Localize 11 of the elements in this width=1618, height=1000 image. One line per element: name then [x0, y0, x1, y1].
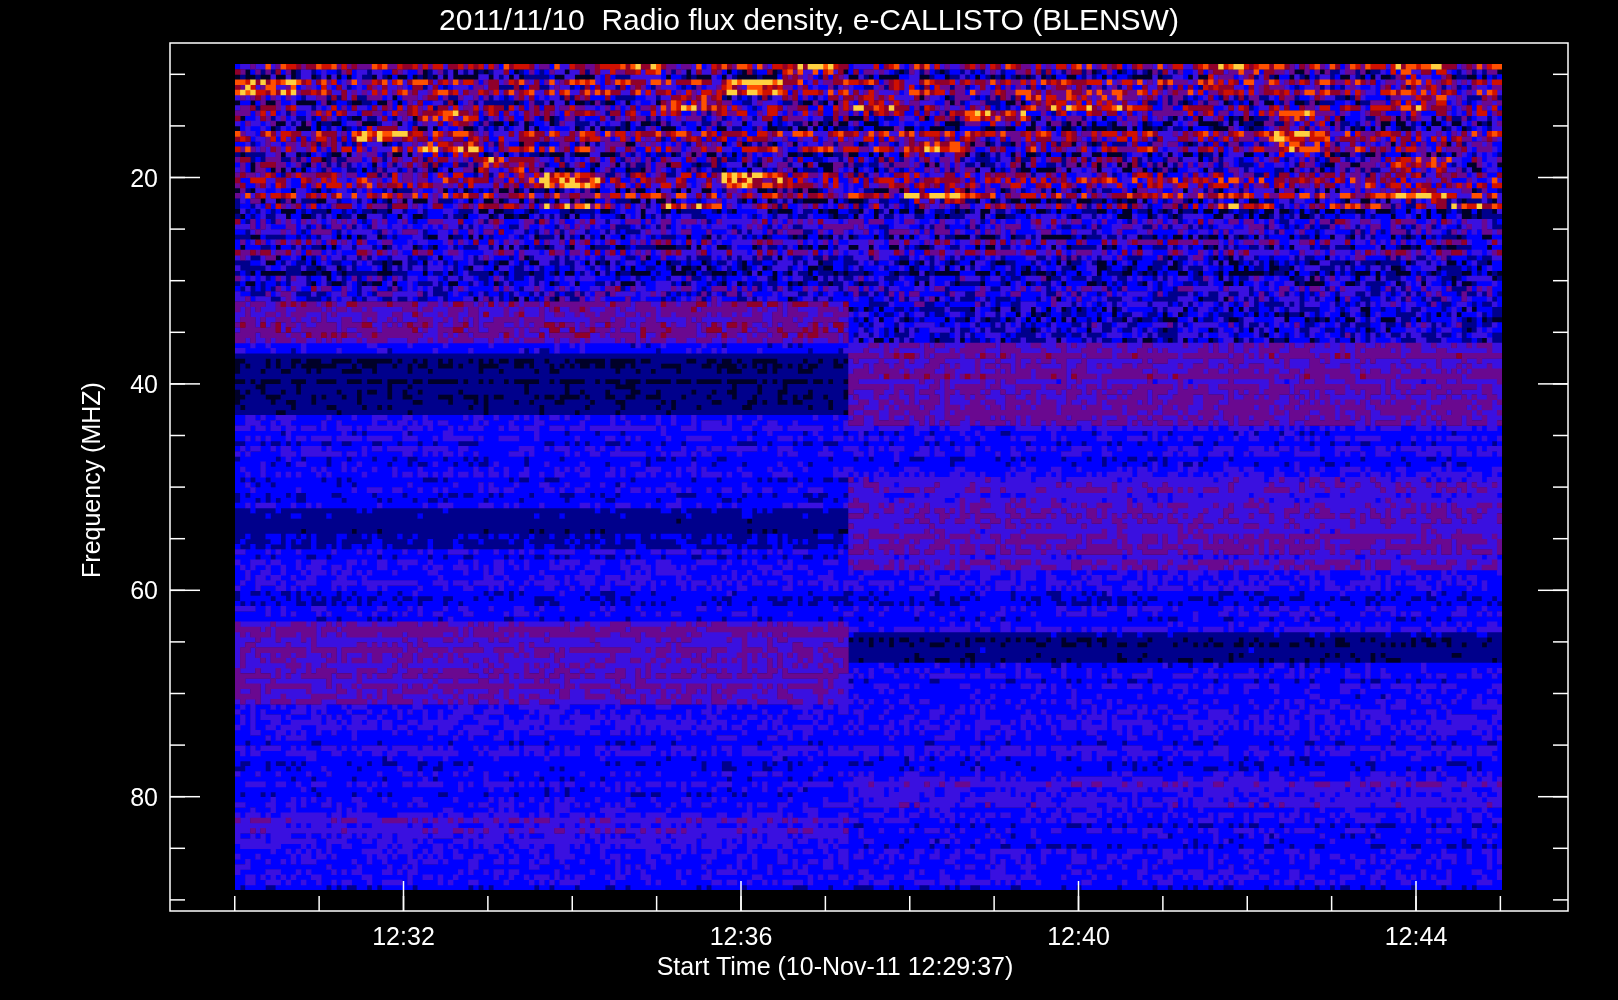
y-tick-label: 20 — [130, 163, 158, 192]
x-tick-label: 12:44 — [1384, 922, 1448, 950]
x-tick-label: 12:40 — [1047, 922, 1110, 950]
x-tick-label: 12:36 — [709, 922, 773, 950]
x-tick-label: 12:32 — [372, 922, 435, 950]
y-axis-label: Frequency (MHZ) — [77, 382, 105, 578]
y-tick-label: 80 — [130, 782, 158, 811]
y-tick-label: 60 — [130, 576, 158, 605]
y-tick-label: 40 — [130, 369, 158, 398]
x-axis-label: Start Time (10-Nov-11 12:29:37) — [656, 952, 1014, 980]
plot-title: 2011/11/10 Radio flux density, e-CALLISTO (BLENSW) — [439, 3, 1179, 36]
